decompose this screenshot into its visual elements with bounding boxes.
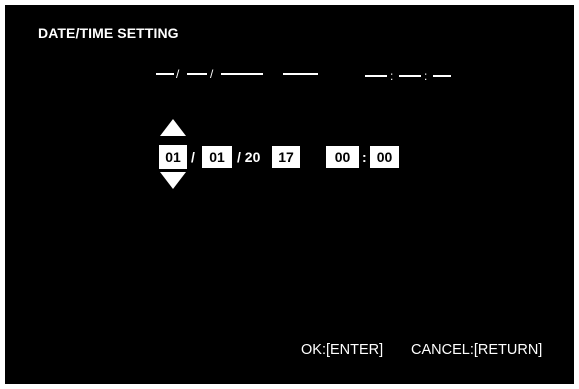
year-field[interactable]: 17 [272, 146, 300, 168]
current-hour-placeholder [365, 75, 387, 77]
minute-field[interactable]: 00 [370, 146, 399, 168]
current-weekday-placeholder [283, 73, 318, 75]
current-date-separator: / [210, 67, 214, 81]
current-time-separator: : [390, 69, 394, 83]
current-date-separator: / [176, 67, 180, 81]
triangle-up-icon[interactable] [160, 119, 186, 136]
hour-field[interactable]: 00 [326, 146, 359, 168]
current-second-placeholder [433, 75, 451, 77]
month-field[interactable]: 01 [159, 145, 187, 169]
ok-hint: OK:[ENTER] [301, 342, 384, 358]
current-month-placeholder [156, 73, 174, 75]
year-prefix: / 20 [237, 149, 261, 165]
day-field[interactable]: 01 [202, 146, 232, 168]
date-separator: / [191, 149, 195, 165]
cancel-hint: CANCEL:[RETURN] [411, 342, 543, 358]
current-minute-placeholder [399, 75, 421, 77]
time-separator: : [362, 149, 367, 165]
menu-title: DATE/TIME SETTING [38, 25, 179, 41]
current-time-separator: : [424, 69, 428, 83]
triangle-down-icon[interactable] [160, 172, 186, 189]
osd-menu-screen: DATE/TIME SETTING / / : : 01 / 01 / 20 1… [5, 5, 574, 384]
current-year-placeholder [221, 73, 263, 75]
current-day-placeholder [187, 73, 207, 75]
